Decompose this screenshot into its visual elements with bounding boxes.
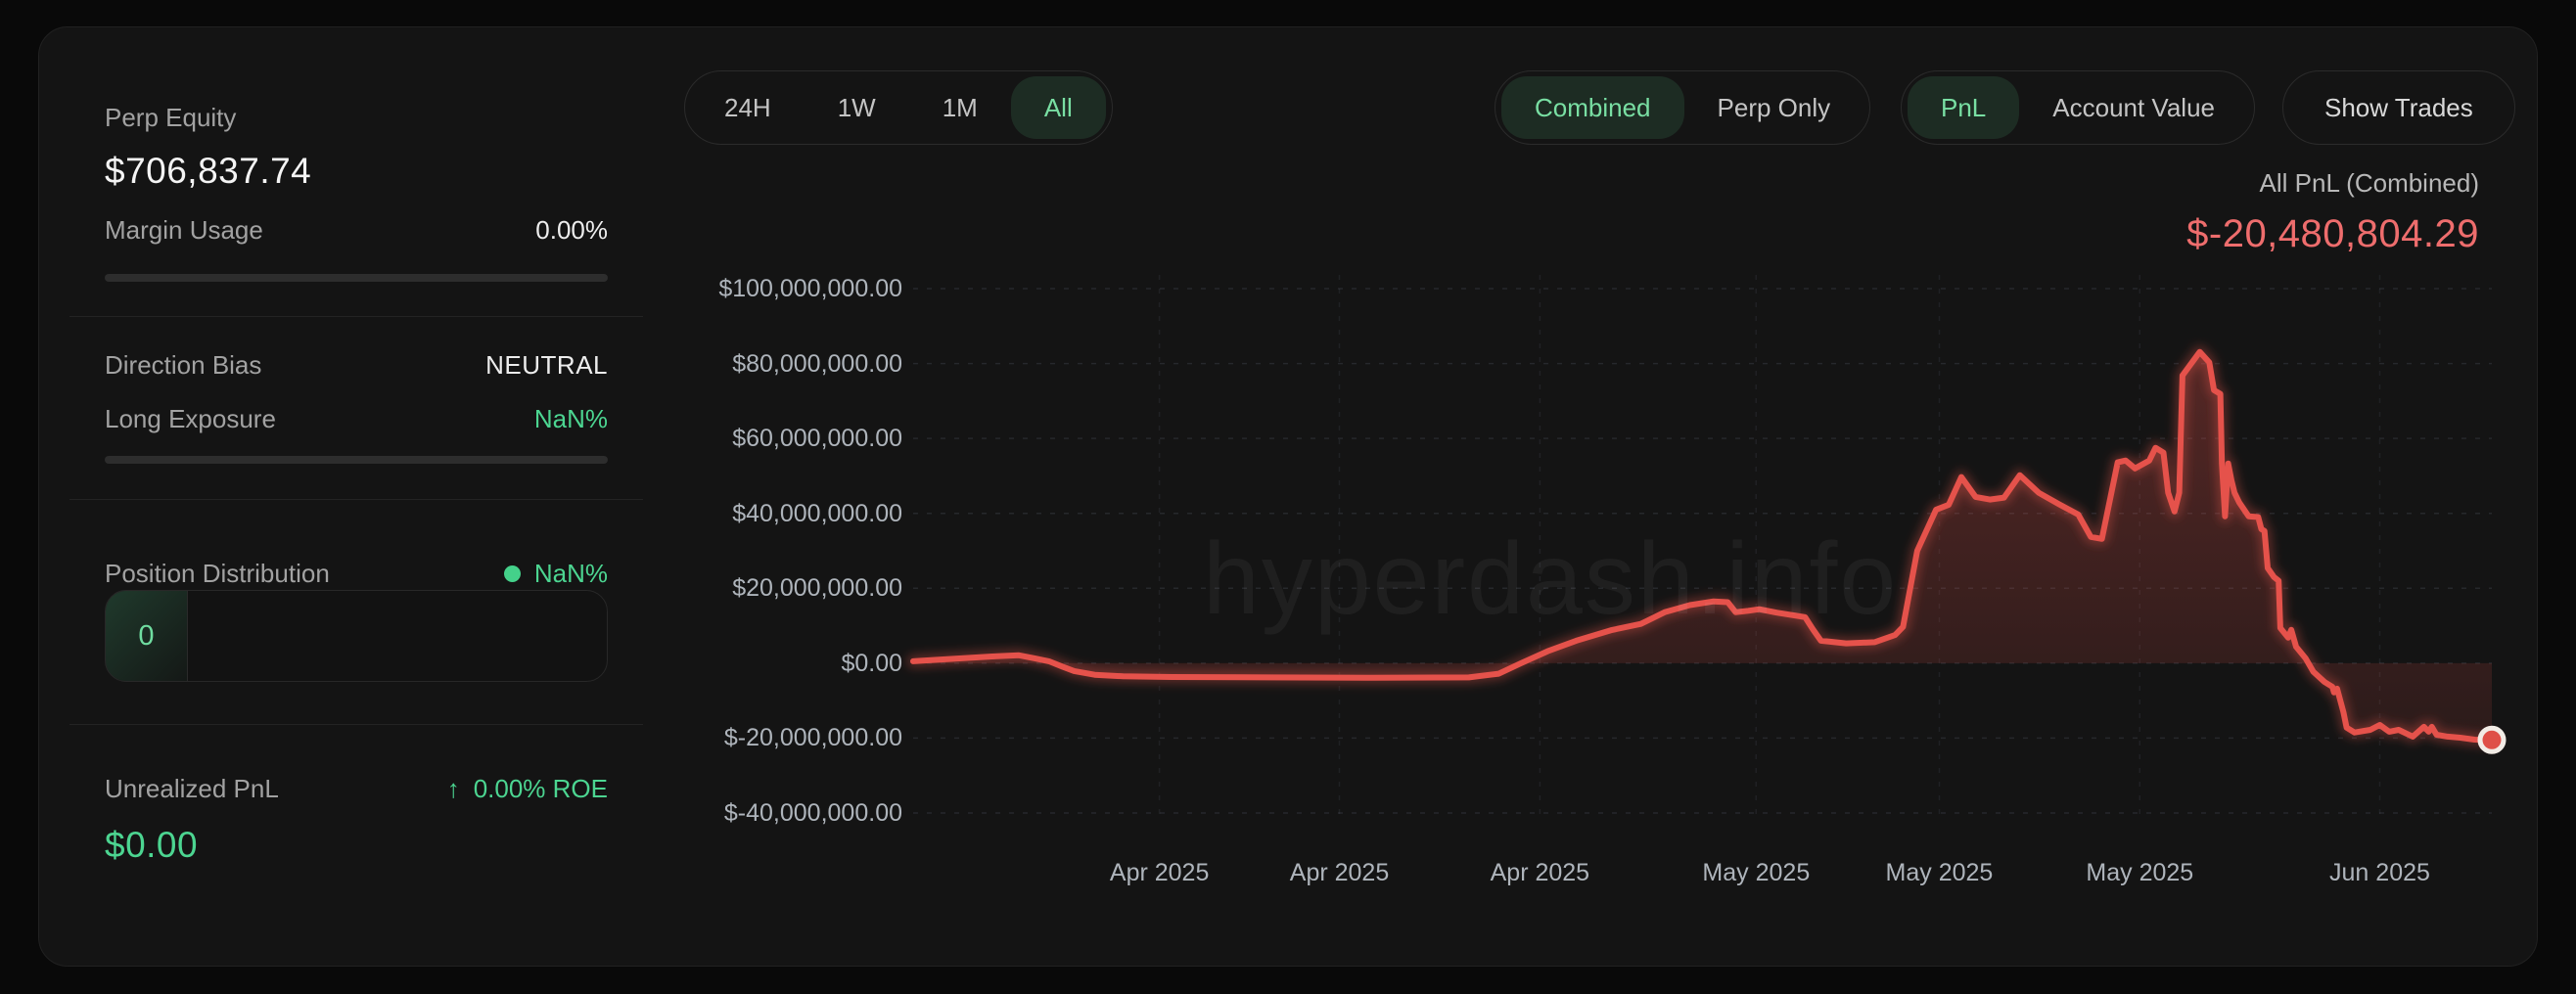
x-axis-label: May 2025 xyxy=(2086,859,2193,887)
metric-account-value[interactable]: Account Value xyxy=(2019,76,2248,139)
time-range-selector: 24H1W1MAll xyxy=(684,70,1113,145)
up-arrow-icon: ↑ xyxy=(447,774,460,804)
position-distribution-badge: NaN% xyxy=(504,559,608,589)
margin-usage-bar xyxy=(105,274,608,282)
x-axis-label: May 2025 xyxy=(1886,859,1994,887)
position-distribution-chart[interactable]: 0 xyxy=(105,590,608,682)
long-percentage-dot-icon xyxy=(504,565,521,582)
perp-equity-value: $706,837.74 xyxy=(105,151,311,192)
unrealized-pnl-value: $0.00 xyxy=(105,825,198,866)
mode-perp-only[interactable]: Perp Only xyxy=(1684,76,1864,139)
direction-bias-row: Direction Bias NEUTRAL xyxy=(105,350,608,381)
position-distribution-percent: NaN% xyxy=(534,559,608,589)
y-axis-label: $40,000,000.00 xyxy=(732,498,902,529)
time-range-all[interactable]: All xyxy=(1011,76,1106,139)
unrealized-pnl-roe: ↑ 0.00% ROE xyxy=(447,774,608,804)
direction-bias-label: Direction Bias xyxy=(105,350,261,381)
pnl-chart[interactable]: hyperdash.info xyxy=(913,275,2499,823)
roe-value: 0.00% ROE xyxy=(474,774,608,804)
mode-combined[interactable]: Combined xyxy=(1501,76,1684,139)
unrealized-pnl-row: Unrealized PnL ↑ 0.00% ROE xyxy=(105,774,608,804)
pnl-header-value: $-20,480,804.29 xyxy=(2186,212,2479,256)
time-range-24h[interactable]: 24H xyxy=(691,76,805,139)
long-exposure-value: NaN% xyxy=(534,404,608,434)
divider xyxy=(69,499,643,500)
divider xyxy=(69,724,643,725)
unrealized-pnl-label: Unrealized PnL xyxy=(105,774,279,804)
perp-equity-label: Perp Equity xyxy=(105,103,236,133)
y-axis-label: $-20,000,000.00 xyxy=(724,722,902,753)
time-range-1w[interactable]: 1W xyxy=(805,76,909,139)
x-axis-label: Apr 2025 xyxy=(1491,859,1589,887)
x-axis-label: May 2025 xyxy=(1702,859,1810,887)
stats-sidebar: Perp Equity $706,837.74 Margin Usage 0.0… xyxy=(69,27,643,966)
x-axis-label: Jun 2025 xyxy=(2329,859,2430,887)
y-axis-label: $0.00 xyxy=(841,648,902,679)
x-axis-label: Apr 2025 xyxy=(1110,859,1209,887)
endpoint-dot-icon xyxy=(2480,728,2504,751)
long-exposure-label: Long Exposure xyxy=(105,404,276,434)
metric-pnl[interactable]: PnL xyxy=(1908,76,2019,139)
margin-usage-value: 0.00% xyxy=(535,215,608,246)
y-axis-label: $20,000,000.00 xyxy=(732,572,902,604)
show-trades-button[interactable]: Show Trades xyxy=(2282,70,2515,145)
y-axis-label: $100,000,000.00 xyxy=(718,273,902,304)
direction-bias-value: NEUTRAL xyxy=(485,350,608,381)
mode-toggle: CombinedPerp Only xyxy=(1495,70,1870,145)
long-exposure-row: Long Exposure NaN% xyxy=(105,404,608,434)
time-range-1m[interactable]: 1M xyxy=(909,76,1011,139)
y-axis-label: $80,000,000.00 xyxy=(732,348,902,380)
position-distribution-row: Position Distribution NaN% xyxy=(105,559,608,589)
divider xyxy=(69,316,643,317)
dashboard-card: Perp Equity $706,837.74 Margin Usage 0.0… xyxy=(38,26,2538,967)
page: { "sidebar": { "perp_equity": { "label":… xyxy=(0,0,2576,994)
long-exposure-bar xyxy=(105,456,608,464)
x-axis-label: Apr 2025 xyxy=(1290,859,1389,887)
distribution-segment[interactable]: 0 xyxy=(106,591,188,681)
distribution-segment-value: 0 xyxy=(138,620,154,653)
margin-usage-label: Margin Usage xyxy=(105,215,263,246)
pnl-header-title: All PnL (Combined) xyxy=(2186,168,2479,199)
y-axis-label: $60,000,000.00 xyxy=(732,423,902,454)
position-distribution-label: Position Distribution xyxy=(105,559,330,589)
metric-toggle: PnLAccount Value xyxy=(1901,70,2255,145)
margin-usage-row: Margin Usage 0.00% xyxy=(105,215,608,246)
pnl-header: All PnL (Combined) $-20,480,804.29 xyxy=(2186,168,2479,256)
pnl-chart-svg xyxy=(913,275,2499,823)
y-axis-label: $-40,000,000.00 xyxy=(724,797,902,829)
